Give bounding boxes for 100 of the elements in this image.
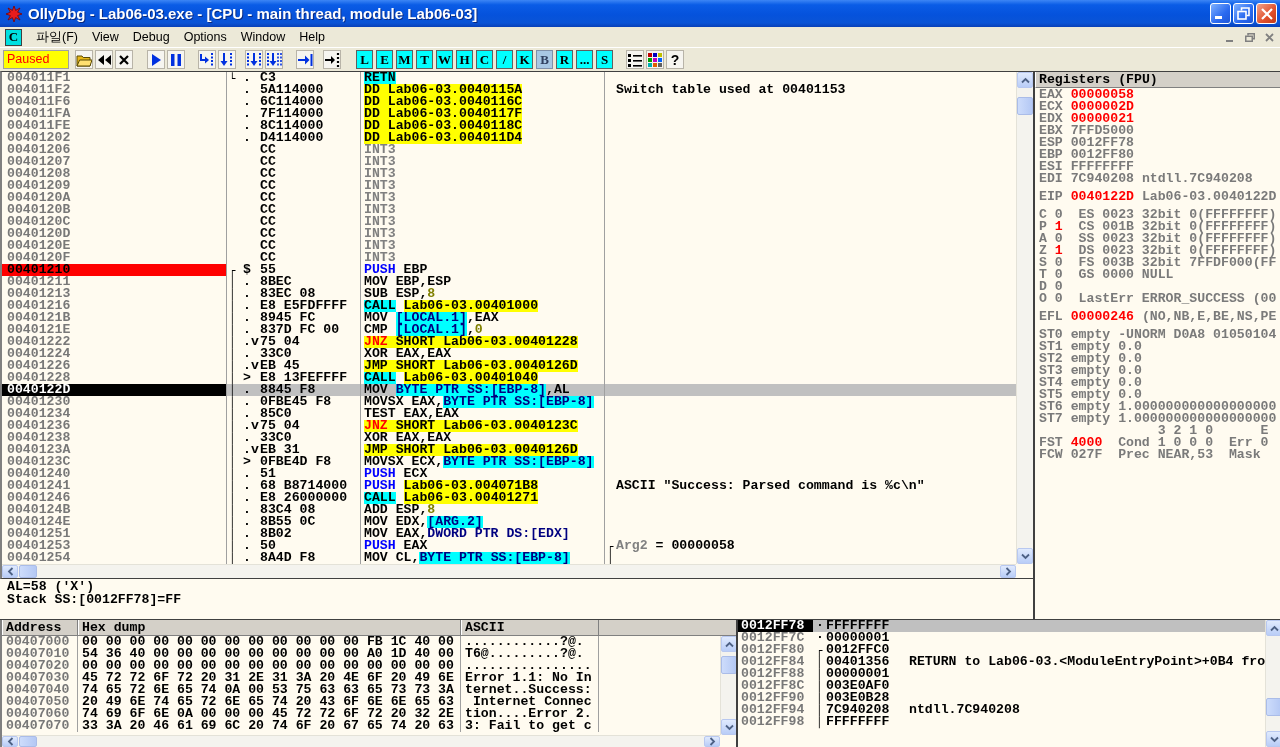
scroll-up-button[interactable] <box>721 636 737 652</box>
column-header[interactable]: ASCII <box>461 620 599 635</box>
chevron-right-icon <box>708 737 716 746</box>
menu-item[interactable]: Debug <box>125 28 177 46</box>
chevron-down-icon <box>1269 735 1279 743</box>
window-title: OllyDbg - Lab06-03.exe - [CPU - main thread, module Lab06-03] <box>28 5 478 22</box>
column-header[interactable]: Address <box>2 620 78 635</box>
selected-row[interactable]: 0012FF78 ·FFFFFFFF <box>738 620 1266 632</box>
register-value: 0012FF78 <box>1070 137 1134 149</box>
go-to-button[interactable] <box>323 50 341 69</box>
chevron-up-icon <box>1269 624 1279 632</box>
address-cell: 00407020 <box>6 660 70 672</box>
instruction: MOVSX ECX,BYTE PTR SS:[EBP-8] <box>364 456 594 469</box>
toolbar-button[interactable]: L <box>356 50 373 69</box>
segment-register-text: SS 0023 32bit 0(FFFFFFFF) <box>1078 233 1277 245</box>
scroll-down-button[interactable] <box>721 719 737 735</box>
horizontal-scrollbar[interactable] <box>2 735 720 747</box>
help-button[interactable]: ? <box>666 50 684 69</box>
argument-bracket: │ <box>607 552 614 564</box>
step-into-button[interactable] <box>198 50 216 69</box>
minimize-button[interactable] <box>1210 3 1231 24</box>
toolbar-button[interactable]: W <box>436 50 453 69</box>
scroll-left-button[interactable] <box>2 736 18 747</box>
close-button[interactable] <box>1256 3 1277 24</box>
instruction: INT3 <box>364 156 396 168</box>
menu-item[interactable]: 파일(F) <box>29 26 85 48</box>
list-button[interactable] <box>626 50 644 69</box>
restart-button[interactable] <box>95 50 113 69</box>
toolbar-button[interactable]: R <box>556 50 573 69</box>
procedure-bracket: │ <box>229 276 236 288</box>
scroll-down-button[interactable] <box>1266 731 1280 747</box>
hex-bytes: 8B02 <box>260 528 292 541</box>
pause-button[interactable] <box>167 50 185 69</box>
vertical-scrollbar[interactable] <box>1265 620 1280 747</box>
register-name: FST <box>1039 437 1063 449</box>
toolbar-button[interactable]: E <box>376 50 393 69</box>
hex-bytes: 68 B8714000 <box>260 480 348 493</box>
column-header[interactable]: Hex dump <box>78 620 461 635</box>
scroll-thumb[interactable] <box>1017 97 1033 115</box>
trace-over-button[interactable] <box>265 50 283 69</box>
address-cell: 00401210 <box>2 264 226 276</box>
menu-item[interactable]: View <box>84 28 126 46</box>
selected-row[interactable]: 0040122D │ . 8845 F8 MOV BYTE PTR SS:[EBP-8],AL <box>2 384 1016 396</box>
line-marker: . <box>243 408 252 421</box>
step-over-button[interactable] <box>218 50 236 69</box>
toolbar-button[interactable]: S <box>596 50 613 69</box>
register-value: 0 <box>1054 257 1063 269</box>
scroll-thumb[interactable] <box>19 736 37 747</box>
scroll-down-button[interactable] <box>1017 548 1033 564</box>
scroll-up-button[interactable] <box>1017 72 1033 88</box>
register-name: ESI <box>1039 161 1063 173</box>
toolbar-button[interactable]: ... <box>576 50 593 69</box>
register-comment: ntdll.7C940208 <box>1141 173 1253 185</box>
toolbar-button[interactable]: M <box>396 50 413 69</box>
procedure-bracket: │ <box>229 324 236 336</box>
hex-bytes: 50 <box>260 540 276 553</box>
scroll-right-button[interactable] <box>1000 565 1016 578</box>
scroll-left-button[interactable] <box>2 565 18 578</box>
scroll-thumb[interactable] <box>721 656 737 674</box>
fpu-register-value: empty 0.0 <box>1070 377 1142 389</box>
execute-till-return-button[interactable] <box>296 50 314 69</box>
procedure-bracket: └ <box>229 72 236 84</box>
toolbar-button[interactable]: K <box>516 50 533 69</box>
register-name: EAX <box>1039 89 1063 101</box>
restore-button[interactable] <box>1233 3 1254 24</box>
bit-legend: 3 2 1 0 E <box>1157 425 1269 437</box>
register-name: ECX <box>1039 101 1063 113</box>
scroll-right-button[interactable] <box>704 736 720 747</box>
hex-bytes: 83C4 08 <box>260 504 316 517</box>
trace-into-button[interactable] <box>245 50 263 69</box>
menu-item[interactable]: Help <box>292 28 332 46</box>
hex-bytes: CC <box>260 192 276 204</box>
menu-item[interactable]: Window <box>233 28 293 46</box>
ascii-text: Error 1.1: No In <box>465 672 592 684</box>
address-cell: 00407070 <box>6 720 70 732</box>
register-value: 0 <box>1054 233 1063 245</box>
procedure-bracket: │ <box>229 408 236 420</box>
ascii-text: ................ <box>465 660 592 672</box>
vertical-scrollbar[interactable] <box>1016 72 1033 564</box>
toolbar-button[interactable]: B <box>536 50 553 69</box>
close-program-button[interactable] <box>115 50 133 69</box>
toolbar-button[interactable]: C <box>476 50 493 69</box>
scroll-thumb[interactable] <box>19 565 37 578</box>
menu-item[interactable]: Options <box>176 28 234 46</box>
horizontal-scrollbar[interactable] <box>2 564 1016 578</box>
hex-bytes: 0FBE45 F8 <box>260 396 332 409</box>
toolbar-button[interactable]: H <box>456 50 473 69</box>
toolbar-button[interactable]: T <box>416 50 433 69</box>
window-menu-button[interactable]: C <box>5 28 22 46</box>
hex-bytes: 837D FC 00 <box>260 324 340 337</box>
scroll-thumb[interactable] <box>1266 698 1280 716</box>
hex-bytes: C3 <box>260 72 276 85</box>
fpu-register-name: ST2 <box>1039 353 1063 365</box>
toolbar-button[interactable]: / <box>496 50 513 69</box>
hex-bytes: 55 <box>260 264 276 277</box>
open-button[interactable] <box>75 50 93 69</box>
windows-button[interactable] <box>646 50 664 69</box>
run-button[interactable] <box>147 50 165 69</box>
fpu-register-name: ST4 <box>1039 377 1063 389</box>
scroll-up-button[interactable] <box>1266 620 1280 636</box>
